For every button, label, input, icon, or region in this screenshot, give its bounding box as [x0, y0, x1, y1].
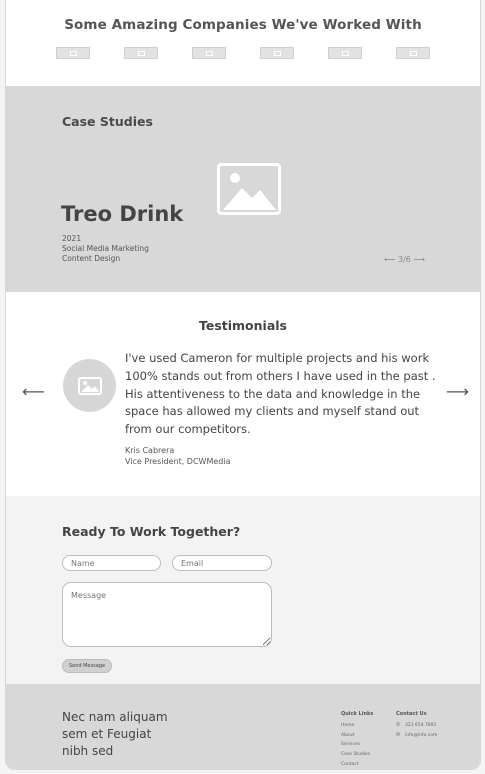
- testimonial-prev-arrow-icon[interactable]: ⟵: [22, 382, 45, 401]
- contact-phone: ✆ 321 654 7891: [396, 721, 437, 731]
- company-logo: [192, 47, 226, 59]
- quick-link-services[interactable]: Services: [341, 740, 373, 750]
- case-study-service: Content Design: [62, 254, 121, 263]
- pager-count: 3/6: [398, 255, 411, 264]
- author-name: Kris Cabrera: [125, 446, 175, 455]
- company-logo: [328, 47, 362, 59]
- quick-link-home[interactable]: Home: [341, 721, 373, 731]
- send-message-button[interactable]: Send Message: [62, 659, 112, 673]
- image-icon: [77, 376, 102, 395]
- footer: Nec nam aliquam sem et Feugiat nibh sed …: [6, 684, 480, 769]
- testimonial-next-arrow-icon[interactable]: ⟶: [446, 382, 469, 401]
- image-icon: [137, 50, 145, 56]
- testimonials-section: Testimonials ⟵ I've used Cameron for mul…: [6, 292, 480, 496]
- contact-email: ✉ info@info.com: [396, 731, 437, 741]
- image-icon: [223, 173, 276, 210]
- testimonial-author: Kris Cabrera Vice President, DCWMedia: [125, 446, 230, 467]
- author-title: Vice President, DCWMedia: [125, 456, 231, 466]
- tagline-line: nibh sed: [62, 744, 114, 758]
- email-field[interactable]: [172, 555, 272, 571]
- avatar: [63, 359, 116, 412]
- company-logo: [396, 47, 430, 59]
- companies-heading: Some Amazing Companies We've Worked With: [64, 17, 422, 33]
- phone-icon: ✆: [396, 721, 401, 728]
- phone-text: 321 654 7891: [405, 722, 437, 728]
- case-study-title: Treo Drink: [61, 202, 184, 226]
- quick-links-heading: Quick Links: [341, 711, 374, 717]
- case-study-image: [217, 163, 281, 215]
- contact-us-heading: Contact Us: [396, 711, 427, 717]
- case-studies-heading: Case Studies: [62, 114, 153, 129]
- quick-link-contact[interactable]: Contact: [341, 760, 373, 769]
- case-studies-section: Case Studies Treo Drink 2021 Social Medi…: [6, 86, 480, 292]
- name-field[interactable]: [62, 555, 161, 571]
- quick-links: Quick Links Home About Services Case Stu…: [341, 710, 374, 769]
- company-logo: [56, 47, 90, 59]
- testimonials-heading: Testimonials: [198, 318, 287, 333]
- tagline-line: Nec nam aliquam: [62, 710, 168, 724]
- contact-us: Contact Us ✆ 321 654 7891 ✉ info@info.co…: [396, 710, 437, 740]
- case-study-service: Social Media Marketing: [62, 244, 149, 253]
- contact-heading: Ready To Work Together?: [62, 524, 241, 539]
- company-logo: [260, 47, 294, 59]
- footer-tagline: Nec nam aliquam sem et Feugiat nibh sed: [62, 709, 168, 760]
- case-study-meta: 2021 Social Media Marketing Content Desi…: [62, 234, 149, 264]
- image-icon: [273, 50, 281, 56]
- contact-section: Ready To Work Together? Send Message: [6, 496, 480, 684]
- quick-link-case-studies[interactable]: Case Studies: [341, 750, 373, 760]
- testimonial-quote: I've used Cameron for multiple projects …: [125, 351, 436, 437]
- mail-icon: ✉: [396, 731, 401, 738]
- quick-link-about[interactable]: About: [341, 731, 373, 741]
- email-text[interactable]: info@info.com: [405, 731, 437, 741]
- company-logos: [56, 47, 430, 59]
- page: Some Amazing Companies We've Worked With…: [5, 0, 481, 770]
- companies-section: Some Amazing Companies We've Worked With: [6, 0, 480, 86]
- message-field[interactable]: [62, 582, 272, 647]
- image-icon: [69, 50, 77, 56]
- case-study-year: 2021: [62, 234, 82, 243]
- image-icon: [409, 50, 417, 56]
- arrow-left-icon[interactable]: ⟵: [384, 255, 395, 264]
- image-icon: [205, 50, 213, 56]
- arrow-right-icon[interactable]: ⟶: [413, 255, 424, 264]
- case-study-pager: ⟵ 3/6 ⟶: [384, 255, 425, 264]
- image-icon: [341, 50, 349, 56]
- tagline-line: sem et Feugiat: [62, 727, 152, 741]
- company-logo: [124, 47, 158, 59]
